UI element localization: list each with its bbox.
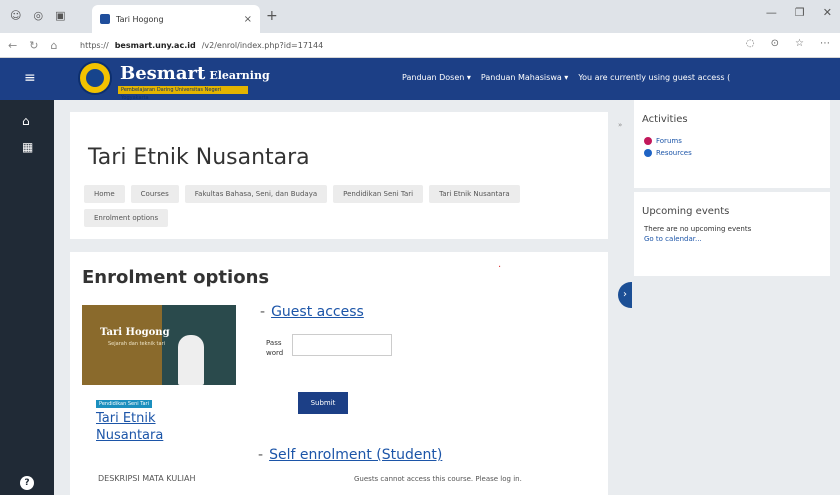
events-empty-text: There are no upcoming events <box>644 225 752 233</box>
activity-resources-label: Resources <box>656 149 692 157</box>
breadcrumb-home[interactable]: Home <box>84 185 125 203</box>
self-enrolment-note: Guests cannot access this course. Please… <box>354 475 522 483</box>
university-logo-icon[interactable] <box>78 61 112 95</box>
activity-resources[interactable]: Resources <box>634 149 830 157</box>
hamburger-menu-icon[interactable]: ≡ <box>24 70 36 86</box>
address-icons: ◌ ⊙ ☆ ⋯ <box>746 38 830 49</box>
guest-access-heading: - Guest access <box>260 304 364 320</box>
self-enrolment-link[interactable]: Self enrolment (Student) <box>269 447 442 463</box>
minimize-icon[interactable]: — <box>766 6 777 19</box>
page-header-card: Tari Etnik Nusantara Home Courses Fakult… <box>70 112 608 239</box>
brand-name: Besmart <box>120 63 206 84</box>
site-navbar: ≡ Besmart Elearning Pembelajaran Daring U… <box>0 58 840 101</box>
main-region: Tari Etnik Nusantara Home Courses Fakult… <box>54 100 632 495</box>
go-to-calendar-link[interactable]: Go to calendar... <box>634 233 830 243</box>
dancer-figure <box>178 335 204 385</box>
close-tab-icon[interactable]: × <box>244 14 252 25</box>
nav-panduan-mahasiswa[interactable]: Panduan Mahasiswa ▾ <box>481 73 568 82</box>
breadcrumb-course[interactable]: Tari Etnik Nusantara <box>429 185 520 203</box>
self-enrolment-heading: - Self enrolment (Student) <box>258 447 442 463</box>
description-label: DESKRIPSI MATA KULIAH <box>98 474 196 483</box>
window-icons: ☺ ◎ ▣ <box>10 9 65 22</box>
calendar-icon[interactable]: ▦ <box>22 140 33 154</box>
collapse-self-icon[interactable]: - <box>258 447 263 463</box>
new-tab-button[interactable]: + <box>266 8 278 24</box>
resource-icon <box>644 149 652 157</box>
close-window-icon[interactable]: ✕ <box>823 6 832 19</box>
breadcrumb-faculty[interactable]: Fakultas Bahasa, Seni, dan Budaya <box>184 185 328 203</box>
loading-indicator-icon: · <box>498 262 502 273</box>
activity-forums-label: Forums <box>656 137 682 145</box>
url-path: /v2/enrol/index.php?id=17144 <box>201 41 324 50</box>
breadcrumb-enrolment[interactable]: Enrolment options <box>84 209 169 227</box>
enrolment-card: Enrolment options · Tari Hogong Sejarah … <box>70 252 608 495</box>
course-image-subtitle: Sejarah dan teknik tari <box>108 341 166 347</box>
course-image[interactable]: Tari Hogong Sejarah dan teknik tari <box>82 305 236 385</box>
favicon-icon <box>100 14 110 24</box>
blocks-column: Activities Forums Resources Upcoming eve… <box>632 100 840 495</box>
page-title: Tari Etnik Nusantara <box>88 145 310 170</box>
profile-icon[interactable]: ☺ <box>10 9 21 22</box>
url-host: besmart.uny.ac.id <box>114 41 196 50</box>
reload-icon[interactable]: ↻ <box>29 39 38 52</box>
nav-buttons: ← ↻ ⌂ <box>8 39 57 52</box>
lock-icon: ⌂ <box>50 39 58 52</box>
top-nav: Panduan Dosen ▾ Panduan Mahasiswa ▾ You … <box>402 73 730 82</box>
browser-tab[interactable]: Tari Hogong × <box>92 5 260 33</box>
extensions-icon[interactable]: ⊙ <box>771 38 779 49</box>
submit-button[interactable]: Submit <box>298 392 348 414</box>
more-icon[interactable]: ⋯ <box>820 38 830 49</box>
nav-drawer: ⌂ ▦ ? <box>0 100 54 495</box>
upcoming-events-block: Upcoming events There are no upcoming ev… <box>634 192 830 276</box>
activities-block: Activities Forums Resources <box>634 100 830 188</box>
guest-access-link[interactable]: Guest access <box>271 304 364 320</box>
help-icon[interactable]: ? <box>20 476 34 490</box>
block-toggle-icon[interactable]: » <box>618 121 622 129</box>
browser-tab-strip: ☺ ◎ ▣ Tari Hogong × + — ❐ ✕ <box>0 0 840 33</box>
nav-panduan-dosen[interactable]: Panduan Dosen ▾ <box>402 73 471 82</box>
category-badge: Pendidikan Seni Tari <box>96 400 152 408</box>
url-prefix: https:// <box>80 41 109 50</box>
activity-forums[interactable]: Forums <box>634 137 830 145</box>
enrolment-title: Enrolment options <box>82 267 270 288</box>
course-name-link[interactable]: Tari Etnik Nusantara <box>96 410 216 444</box>
back-icon[interactable]: ← <box>8 39 17 52</box>
window-controls: — ❐ ✕ <box>766 6 840 19</box>
password-input[interactable] <box>292 334 392 356</box>
address-bar-row: ← ↻ ⌂ https:// besmart.uny.ac.id/v2/enrol… <box>0 33 840 58</box>
activities-title: Activities <box>642 114 688 125</box>
breadcrumb-courses[interactable]: Courses <box>130 185 179 203</box>
events-title: Upcoming events <box>642 206 730 217</box>
maximize-icon[interactable]: ❐ <box>795 6 805 19</box>
brand-tagline: Pembelajaran Daring Universitas Negeri Y… <box>118 86 248 101</box>
home-icon[interactable]: ⌂ <box>22 114 30 128</box>
tab-title: Tari Hogong <box>116 14 164 24</box>
favorite-icon[interactable]: ☆ <box>795 38 804 49</box>
url-field[interactable]: https:// besmart.uny.ac.id/v2/enrol/index… <box>80 37 660 54</box>
collapse-guest-icon[interactable]: - <box>260 304 265 320</box>
guest-access-notice: You are currently using guest access ( <box>578 73 731 82</box>
tab-actions-icon[interactable]: ▣ <box>55 9 65 22</box>
history-icon[interactable]: ◎ <box>33 9 43 22</box>
forum-icon <box>644 137 652 145</box>
site-brand[interactable]: Besmart Elearning <box>120 63 270 84</box>
breadcrumb: Home Courses Fakultas Bahasa, Seni, dan … <box>84 185 524 227</box>
read-aloud-icon[interactable]: ◌ <box>746 38 755 49</box>
brand-suffix: Elearning <box>209 69 270 82</box>
breadcrumb-department[interactable]: Pendidikan Seni Tari <box>333 185 424 203</box>
course-image-title: Tari Hogong <box>100 327 170 338</box>
